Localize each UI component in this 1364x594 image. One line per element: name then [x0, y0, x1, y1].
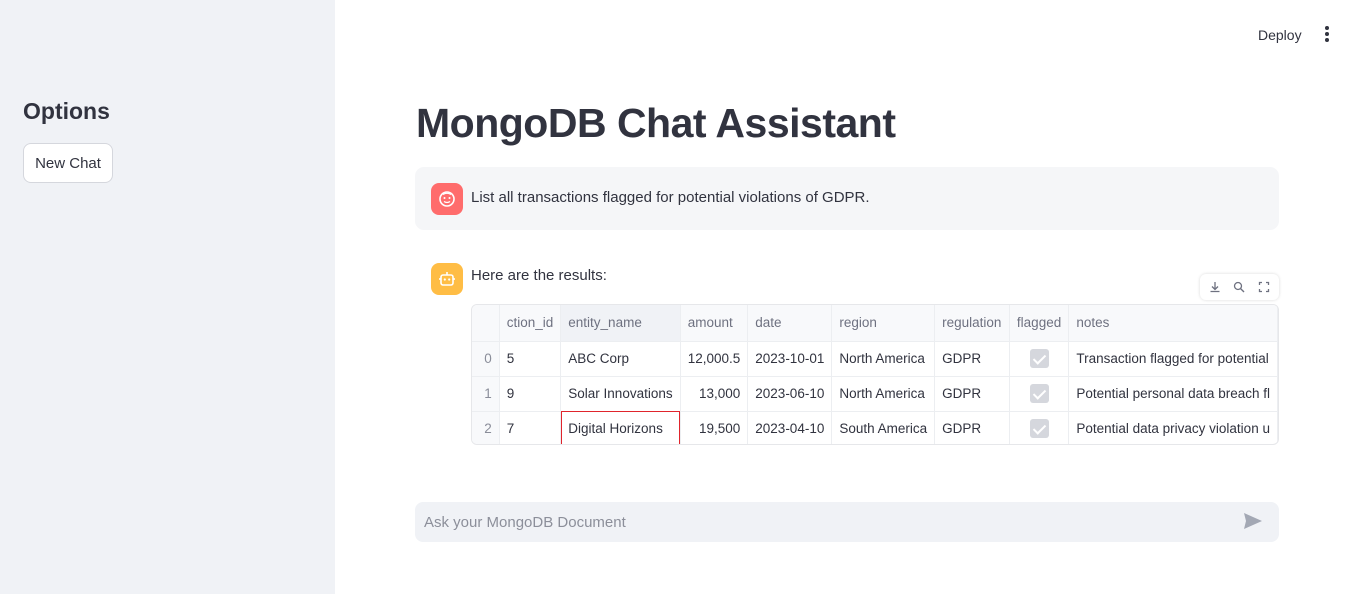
fullscreen-icon[interactable]: [1254, 277, 1274, 297]
selected-table-cell[interactable]: Digital Horizons: [560, 411, 681, 444]
chat-input-container: [415, 502, 1279, 542]
table-cell[interactable]: ABC Corp: [560, 341, 681, 377]
table-cell[interactable]: 19,500: [680, 411, 749, 444]
table-cell[interactable]: Transaction flagged for potential: [1068, 341, 1278, 377]
column-header[interactable]: amount: [680, 305, 749, 342]
index-header: [472, 305, 500, 342]
column-header[interactable]: entity_name: [560, 305, 681, 342]
flagged-checkbox[interactable]: [1009, 411, 1070, 444]
sidebar-title: Options: [23, 98, 110, 124]
table-row[interactable]: 1 9 Solar Innovations 13,000 2023-06-10 …: [472, 376, 1278, 412]
table-cell[interactable]: 5: [499, 341, 562, 377]
table-row[interactable]: 0 5 ABC Corp 12,000.5 2023-10-01 North A…: [472, 341, 1278, 377]
table-cell[interactable]: GDPR: [934, 411, 1010, 444]
column-header[interactable]: notes: [1068, 305, 1278, 342]
row-index: 2: [472, 411, 500, 444]
user-face-icon: [431, 183, 463, 215]
table-cell[interactable]: Potential data privacy violation u: [1068, 411, 1278, 444]
column-header[interactable]: regulation: [934, 305, 1010, 342]
download-icon[interactable]: [1205, 277, 1225, 297]
row-index: 1: [472, 376, 500, 412]
search-icon[interactable]: [1229, 277, 1249, 297]
column-header[interactable]: date: [747, 305, 833, 342]
table-cell[interactable]: North America: [831, 376, 936, 412]
table-cell[interactable]: 13,000: [680, 376, 749, 412]
user-message-text: List all transactions flagged for potent…: [471, 189, 870, 206]
column-header[interactable]: ction_id: [499, 305, 562, 342]
flagged-checkbox[interactable]: [1009, 341, 1070, 377]
table-cell[interactable]: GDPR: [934, 341, 1010, 377]
table-cell[interactable]: Solar Innovations: [560, 376, 681, 412]
table-cell[interactable]: North America: [831, 341, 936, 377]
table-cell[interactable]: GDPR: [934, 376, 1010, 412]
column-header[interactable]: flagged: [1009, 305, 1070, 342]
table-cell[interactable]: 9: [499, 376, 562, 412]
table-cell[interactable]: 12,000.5: [680, 341, 749, 377]
table-cell[interactable]: 2023-04-10: [747, 411, 833, 444]
flagged-checkbox[interactable]: [1009, 376, 1070, 412]
sidebar: Options New Chat: [0, 0, 335, 594]
results-table[interactable]: ction_id entity_name amount date region …: [471, 304, 1279, 445]
new-chat-button[interactable]: New Chat: [23, 143, 113, 183]
table-cell[interactable]: 7: [499, 411, 562, 444]
send-icon[interactable]: [1243, 512, 1265, 532]
deploy-button[interactable]: Deploy: [1250, 24, 1310, 46]
table-cell[interactable]: 2023-10-01: [747, 341, 833, 377]
kebab-menu-icon[interactable]: [1318, 24, 1336, 44]
table-toolbar: [1200, 274, 1279, 300]
table-cell[interactable]: Potential personal data breach fl: [1068, 376, 1278, 412]
table-row[interactable]: 2 7 Digital Horizons 19,500 2023-04-10 S…: [472, 411, 1278, 444]
row-index: 0: [472, 341, 500, 377]
column-header[interactable]: region: [831, 305, 936, 342]
assistant-message-text: Here are the results:: [471, 267, 607, 284]
chat-input[interactable]: [424, 502, 1234, 542]
page-title: MongoDB Chat Assistant: [416, 100, 896, 146]
user-message: List all transactions flagged for potent…: [415, 167, 1279, 230]
robot-icon: [431, 263, 463, 295]
table-cell[interactable]: South America: [831, 411, 936, 444]
table-cell[interactable]: 2023-06-10: [747, 376, 833, 412]
